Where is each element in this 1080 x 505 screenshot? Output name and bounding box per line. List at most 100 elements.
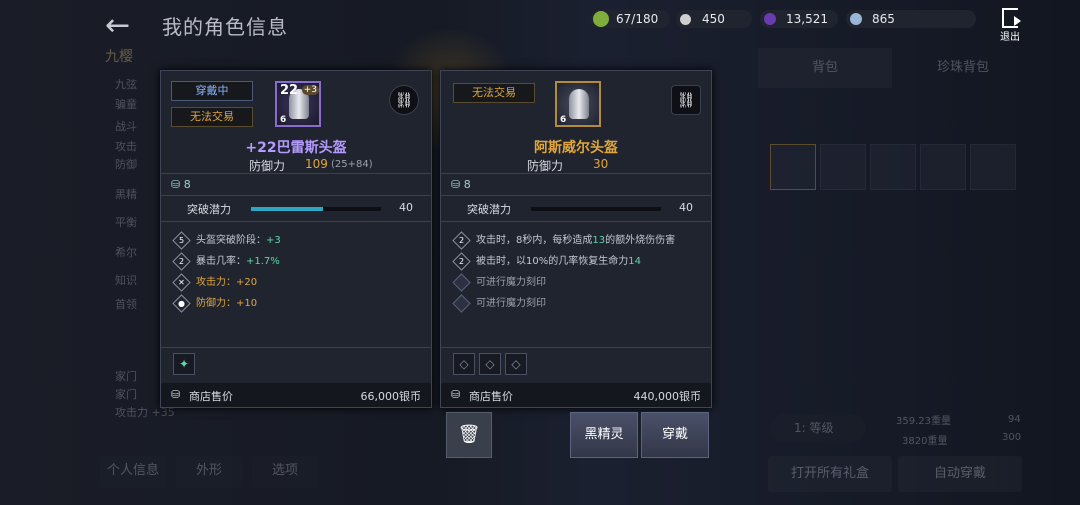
shop-price-row: ⛁ 商店售价 66,000银币: [161, 383, 431, 407]
bag-capacity-icon: [593, 11, 609, 27]
gem-slot-icon[interactable]: ◇: [479, 353, 501, 375]
potential-value: 40: [679, 201, 693, 214]
gem-slot-icon[interactable]: ◇: [505, 353, 527, 375]
weight-value: 8: [183, 178, 191, 191]
tab-options[interactable]: 选项: [252, 456, 318, 488]
effect-badge: 2: [458, 235, 465, 245]
effect-value: +1.7%: [246, 256, 280, 267]
effect-text: 可进行魔力刻印: [476, 277, 546, 288]
exit-label: 退出: [1000, 32, 1020, 43]
slots-max: 300: [1002, 432, 1022, 443]
left-row: 战斗: [115, 120, 137, 133]
back-arrow-icon[interactable]: ←: [105, 8, 130, 43]
enhance-bonus: +3: [301, 85, 319, 95]
effect-line: 2 被击时，以10%的几率恢复生命力14: [452, 251, 641, 271]
bag-capacity-value: 67/180: [616, 12, 659, 26]
left-row: 骗童: [115, 98, 137, 111]
effect-value: +10: [236, 298, 258, 309]
potential-value: 40: [399, 201, 413, 214]
equipped-item-card: 穿戴中 无法交易 22 +3 6 ⛓ +22巴雷斯头盔 防御力 109 (25+…: [160, 70, 432, 408]
shop-price-label: 商店售价: [469, 390, 513, 403]
crystal-display: 865: [846, 10, 976, 28]
effect-text: 防御力：: [196, 298, 236, 309]
effect-text: 被击时，以10%的几率恢复生命力: [476, 256, 629, 267]
tab-appearance[interactable]: 外形: [176, 456, 242, 488]
defense-value: 30: [593, 157, 609, 171]
chain-link-icon[interactable]: ⛓: [389, 85, 419, 115]
item-name: 阿斯威尔头盔: [534, 140, 618, 156]
item-grade: 6: [280, 115, 287, 125]
potential-bar: [251, 207, 381, 211]
page-title: 我的角色信息: [162, 15, 288, 39]
left-row: 家门: [115, 370, 137, 383]
effect-text: 暴击几率：: [196, 256, 246, 267]
character-name: 九樱: [105, 49, 133, 65]
inventory-slot[interactable]: [870, 144, 916, 190]
effect-line: ● 防御力：+10: [172, 293, 258, 313]
weight-max: 3820重量: [902, 436, 948, 447]
item-weight: ⛁ 8: [451, 178, 471, 191]
left-row: 九弦: [115, 78, 137, 91]
left-row: 首领: [115, 298, 137, 311]
effect-badge: 5: [178, 235, 185, 245]
silver-coin-icon: [680, 14, 691, 25]
crystal-value: 865: [872, 12, 895, 26]
effect-text: 头盔突破阶段：: [196, 235, 266, 246]
effect-text: 的额外烧伤伤害: [605, 235, 676, 246]
exit-button[interactable]: 退出: [996, 8, 1024, 44]
equip-button[interactable]: 穿戴: [641, 412, 709, 458]
item-name: +22巴雷斯头盔: [245, 140, 347, 156]
enhance-level: 22: [280, 83, 299, 98]
left-row: 平衡: [115, 216, 137, 229]
potential-bar: [531, 207, 661, 211]
black-pearl-icon: [764, 13, 776, 25]
black-pearl-value: 13,521: [786, 12, 828, 26]
exit-door-icon: [1002, 8, 1021, 28]
helmet-icon: [569, 89, 589, 119]
delete-item-button[interactable]: 🗑: [446, 412, 492, 458]
inventory-slot[interactable]: [820, 144, 866, 190]
effect-value: +3: [266, 235, 281, 246]
effect-line: 可进行魔力刻印: [452, 272, 546, 292]
effect-text: 可进行魔力刻印: [476, 298, 546, 309]
silver-display: 450: [676, 10, 752, 28]
untradeable-tag: 无法交易: [453, 83, 535, 103]
tab-personal-info[interactable]: 个人信息: [100, 456, 166, 488]
weight-value: 8: [463, 178, 471, 191]
effect-line: 5 头盔突破阶段：+3: [172, 230, 281, 250]
chain-link-icon[interactable]: ⛓: [671, 85, 701, 115]
shop-price-value: 440,000银币: [633, 390, 702, 403]
weight-current: 359.23重量: [896, 416, 951, 427]
inventory-slot[interactable]: [770, 144, 816, 190]
auto-equip-button[interactable]: 自动穿戴: [898, 456, 1022, 492]
effect-line: 2 暴击几率：+1.7%: [172, 251, 280, 271]
effect-badge: 2: [178, 256, 185, 266]
effect-line: ✕ 攻击力：+20: [172, 272, 257, 292]
helmet-item-icon: 6: [555, 81, 601, 127]
shop-price-row: ⛁ 商店售价 440,000银币: [441, 383, 711, 407]
item-weight: ⛁ 8: [171, 178, 191, 191]
left-row: 防御: [115, 158, 137, 171]
inventory-slot[interactable]: [920, 144, 966, 190]
effect-line: 可进行魔力刻印: [452, 293, 546, 313]
level-sort-select[interactable]: 1: 等级: [770, 414, 866, 442]
open-all-boxes-button[interactable]: 打开所有礼盒: [768, 456, 892, 492]
black-pearl-display: 13,521: [760, 10, 838, 28]
compare-item-card: 无法交易 6 ⛓ 阿斯威尔头盔 防御力 30 ⛁ 8 突破潜力 40 2 攻击时，…: [440, 70, 712, 408]
gem-slot-icon[interactable]: ◇: [453, 353, 475, 375]
equipped-status-tag: 穿戴中: [171, 81, 253, 101]
defense-label: 防御力: [249, 159, 286, 173]
potential-label: 突破潜力: [467, 203, 511, 216]
effect-text: 攻击时，8秒内，每秒造成: [476, 235, 593, 246]
inventory-slot[interactable]: [970, 144, 1016, 190]
potential-label: 突破潜力: [187, 203, 231, 216]
shop-price-label: 商店售价: [189, 390, 233, 403]
crystal-slot-icon[interactable]: ✦: [173, 353, 195, 375]
item-grade: 6: [560, 115, 567, 125]
defense-detail: (25+84): [331, 159, 373, 170]
tab-inventory[interactable]: 背包: [758, 48, 892, 88]
tab-pearl-inventory[interactable]: 珍珠背包: [896, 48, 1030, 88]
left-row: 黑精: [115, 188, 137, 201]
black-spirit-button[interactable]: 黑精灵: [570, 412, 638, 458]
left-row: 家门: [115, 388, 137, 401]
